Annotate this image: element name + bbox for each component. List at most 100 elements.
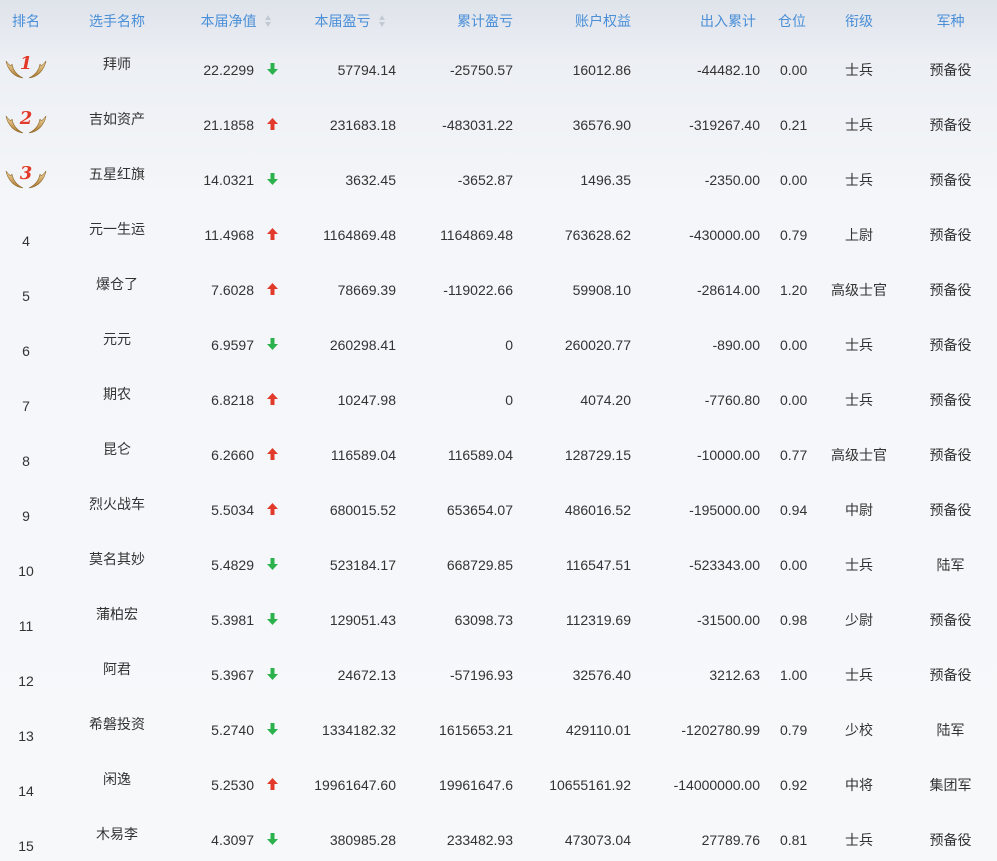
rank-number: 12 <box>18 672 34 689</box>
cumulative-pnl-cell: 0 <box>410 317 527 372</box>
inout-total: -44482.10 <box>696 61 760 78</box>
service-branch: 预备役 <box>929 611 972 628</box>
military-rank: 士兵 <box>845 831 873 848</box>
nav-value: 6.9597 <box>211 336 254 353</box>
player-name[interactable]: 木易李 <box>96 826 138 842</box>
sort-icon[interactable] <box>264 15 272 28</box>
table-row[interactable]: 6 元元 6.9597 260298.41 0 260020.77 -890.00 0.00 士… <box>0 317 997 372</box>
nav-value: 6.2660 <box>211 446 254 463</box>
header-rank-label: 排名 <box>12 13 40 29</box>
nav-value: 5.2740 <box>211 721 254 738</box>
player-name[interactable]: 闲逸 <box>103 771 131 787</box>
equity-cell: 1496.35 <box>527 152 645 207</box>
equity-cell: 36576.90 <box>527 97 645 152</box>
table-row[interactable]: 5 爆仓了 7.6028 78669.39 -119022.66 59908.10 -286… <box>0 262 997 317</box>
header-nav-sortable[interactable]: 本届净值 <box>182 0 290 42</box>
rank-cell: 3 <box>0 152 52 207</box>
player-name[interactable]: 元一生运 <box>89 221 145 237</box>
position-ratio: 0.77 <box>780 446 808 463</box>
player-name[interactable]: 烈火战车 <box>89 496 145 512</box>
player-name[interactable]: 希磐投资 <box>89 716 145 732</box>
inout-total: -430000.00 <box>689 226 760 243</box>
arrow-down-icon <box>266 722 280 736</box>
header-cur-sortable[interactable]: 本届盈亏 <box>290 0 410 42</box>
nav-cell: 6.2660 <box>182 427 290 482</box>
nav-value: 7.6028 <box>211 281 254 298</box>
table-row[interactable]: 1 拜师 22.2299 57794.14 -25750.57 16012.86 -4448… <box>0 42 997 97</box>
player-name[interactable]: 蒲柏宏 <box>96 606 138 622</box>
header-rank: 排名 <box>0 0 52 42</box>
arrow-up-icon <box>266 392 280 406</box>
inout-total: -10000.00 <box>696 446 760 463</box>
equity-cell: 10655161.92 <box>527 757 645 812</box>
inout-cell: -319267.40 <box>645 97 770 152</box>
account-equity: 128729.15 <box>564 446 631 463</box>
player-name[interactable]: 拜师 <box>103 56 131 72</box>
inout-cell: 3212.63 <box>645 647 770 702</box>
nav-value: 21.1858 <box>203 116 254 133</box>
military-rank: 少校 <box>845 721 873 738</box>
current-pnl-cell: 1164869.48 <box>290 207 410 262</box>
table-row[interactable]: 11 蒲柏宏 5.3981 129051.43 63098.73 112319.69 -31… <box>0 592 997 647</box>
position-cell: 0.81 <box>770 812 814 861</box>
table-row[interactable]: 13 希磐投资 5.2740 1334182.32 1615653.21 429110.0… <box>0 702 997 757</box>
table-row[interactable]: 4 元一生运 11.4968 1164869.48 1164869.48 763628.6… <box>0 207 997 262</box>
inout-cell: -430000.00 <box>645 207 770 262</box>
service-branch-cell: 预备役 <box>904 262 997 317</box>
rank-cell: 9 <box>0 482 52 537</box>
player-name[interactable]: 元元 <box>103 331 131 347</box>
player-name-cell: 吉如资产 <box>52 97 182 152</box>
player-name-cell: 闲逸 <box>52 757 182 812</box>
equity-cell: 763628.62 <box>527 207 645 262</box>
player-name[interactable]: 莫名其妙 <box>89 551 145 567</box>
player-name[interactable]: 五星红旗 <box>89 166 145 182</box>
current-pnl-cell: 10247.98 <box>290 372 410 427</box>
table-row[interactable]: 12 阿君 5.3967 24672.13 -57196.93 32576.40 3212.… <box>0 647 997 702</box>
player-name[interactable]: 吉如资产 <box>89 111 145 127</box>
rank-number: 5 <box>22 287 30 304</box>
service-branch-cell: 预备役 <box>904 97 997 152</box>
laurel-medal-icon: 1 <box>3 51 49 81</box>
position-ratio: 0.00 <box>780 336 808 353</box>
inout-total: -890.00 <box>712 336 760 353</box>
player-name[interactable]: 昆仑 <box>103 441 131 457</box>
sort-icon[interactable] <box>378 15 386 28</box>
nav-cell: 6.9597 <box>182 317 290 372</box>
table-row[interactable]: 8 昆仑 6.2660 116589.04 116589.04 128729.15 -100… <box>0 427 997 482</box>
table-row[interactable]: 10 莫名其妙 5.4829 523184.17 668729.85 116547.51 -… <box>0 537 997 592</box>
rank-cell: 2 <box>0 97 52 152</box>
rank-number: 10 <box>18 562 34 579</box>
table-row[interactable]: 14 闲逸 5.2530 19961647.60 19961647.6 10655161.… <box>0 757 997 812</box>
inout-total: -195000.00 <box>689 501 760 518</box>
equity-cell: 128729.15 <box>527 427 645 482</box>
service-branch-cell: 预备役 <box>904 812 997 861</box>
rank-cell: 11 <box>0 592 52 647</box>
position-cell: 0.98 <box>770 592 814 647</box>
position-ratio: 0.21 <box>780 116 808 133</box>
current-pnl-cell: 3632.45 <box>290 152 410 207</box>
inout-total: -14000000.00 <box>673 776 760 793</box>
table-body: 1 拜师 22.2299 57794.14 -25750.57 16012.86 -4448… <box>0 42 997 861</box>
cumulative-pnl: 653654.07 <box>446 501 513 518</box>
table-row[interactable]: 9 烈火战车 5.5034 680015.52 653654.07 486016.52 -1… <box>0 482 997 537</box>
cumulative-pnl: -3652.87 <box>457 171 513 188</box>
player-name[interactable]: 阿君 <box>103 661 131 677</box>
table-row[interactable]: 3 五星红旗 14.0321 3632.45 -3652.87 1496.35 -2350.… <box>0 152 997 207</box>
rank-number: 13 <box>18 727 34 744</box>
player-name[interactable]: 爆仓了 <box>96 276 138 292</box>
inout-total: -31500.00 <box>696 611 760 628</box>
table-row[interactable]: 15 木易李 4.3097 380985.28 233482.93 473073.04 27… <box>0 812 997 861</box>
nav-value: 5.2530 <box>211 776 254 793</box>
cumulative-pnl-cell: 116589.04 <box>410 427 527 482</box>
cumulative-pnl-cell: -3652.87 <box>410 152 527 207</box>
account-equity: 112319.69 <box>565 611 631 628</box>
table-row[interactable]: 7 期农 6.8218 10247.98 0 4074.20 -7760.80 0.00 士兵 预… <box>0 372 997 427</box>
military-rank-cell: 中将 <box>814 757 904 812</box>
current-pnl: 24672.13 <box>337 666 396 683</box>
military-rank-cell: 士兵 <box>814 42 904 97</box>
player-name[interactable]: 期农 <box>103 386 131 402</box>
equity-cell: 473073.04 <box>527 812 645 861</box>
service-branch: 预备役 <box>929 171 972 188</box>
table-row[interactable]: 2 吉如资产 21.1858 231683.18 -483031.22 36576.90 -… <box>0 97 997 152</box>
military-rank: 少尉 <box>845 611 873 628</box>
